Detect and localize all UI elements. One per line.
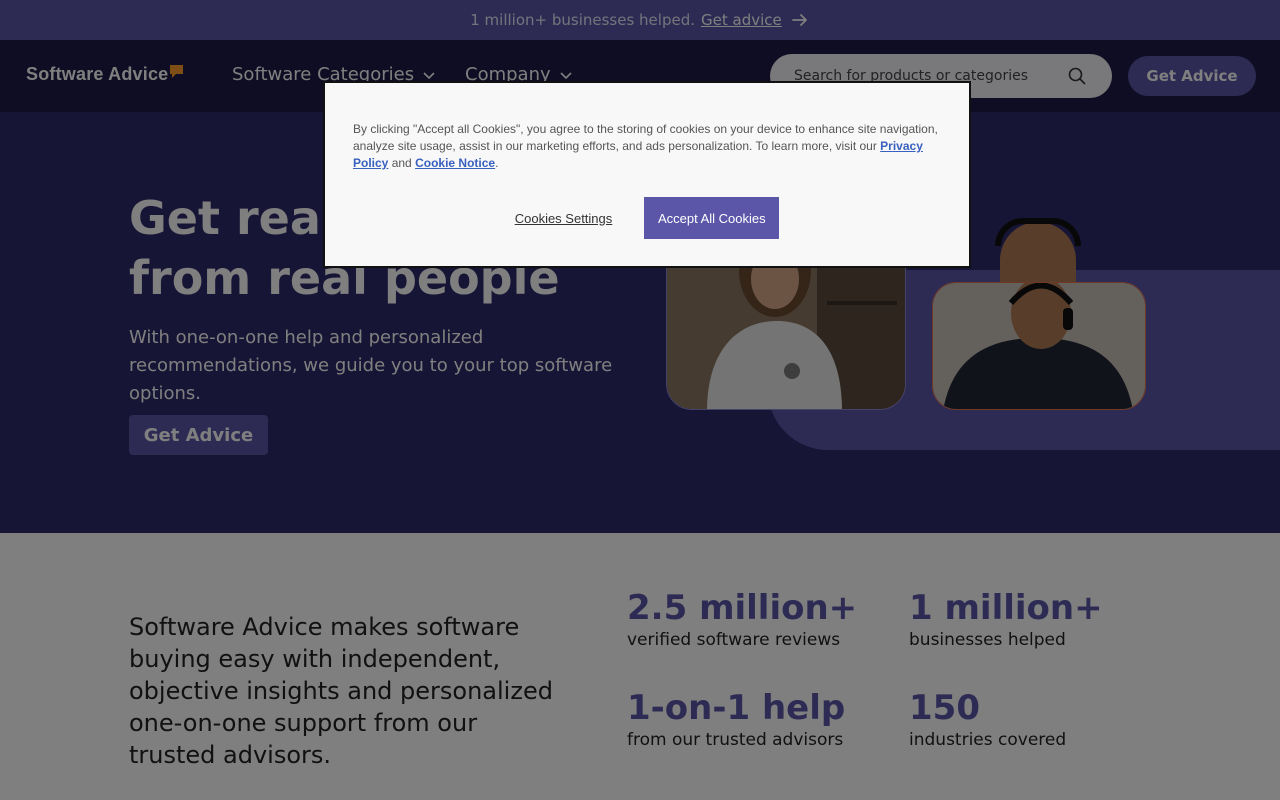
cookies-settings-button[interactable]: Cookies Settings xyxy=(515,211,613,226)
cookie-text: By clicking "Accept all Cookies", you ag… xyxy=(353,122,938,170)
cookie-text-body: By clicking "Accept all Cookies", you ag… xyxy=(353,122,938,153)
cookie-text-and: and xyxy=(391,156,412,170)
cookie-notice-link[interactable]: Cookie Notice xyxy=(415,156,495,170)
cookie-consent-dialog: By clicking "Accept all Cookies", you ag… xyxy=(323,81,971,268)
cookie-actions: Cookies Settings Accept All Cookies xyxy=(325,197,969,239)
accept-all-cookies-button[interactable]: Accept All Cookies xyxy=(644,197,780,239)
